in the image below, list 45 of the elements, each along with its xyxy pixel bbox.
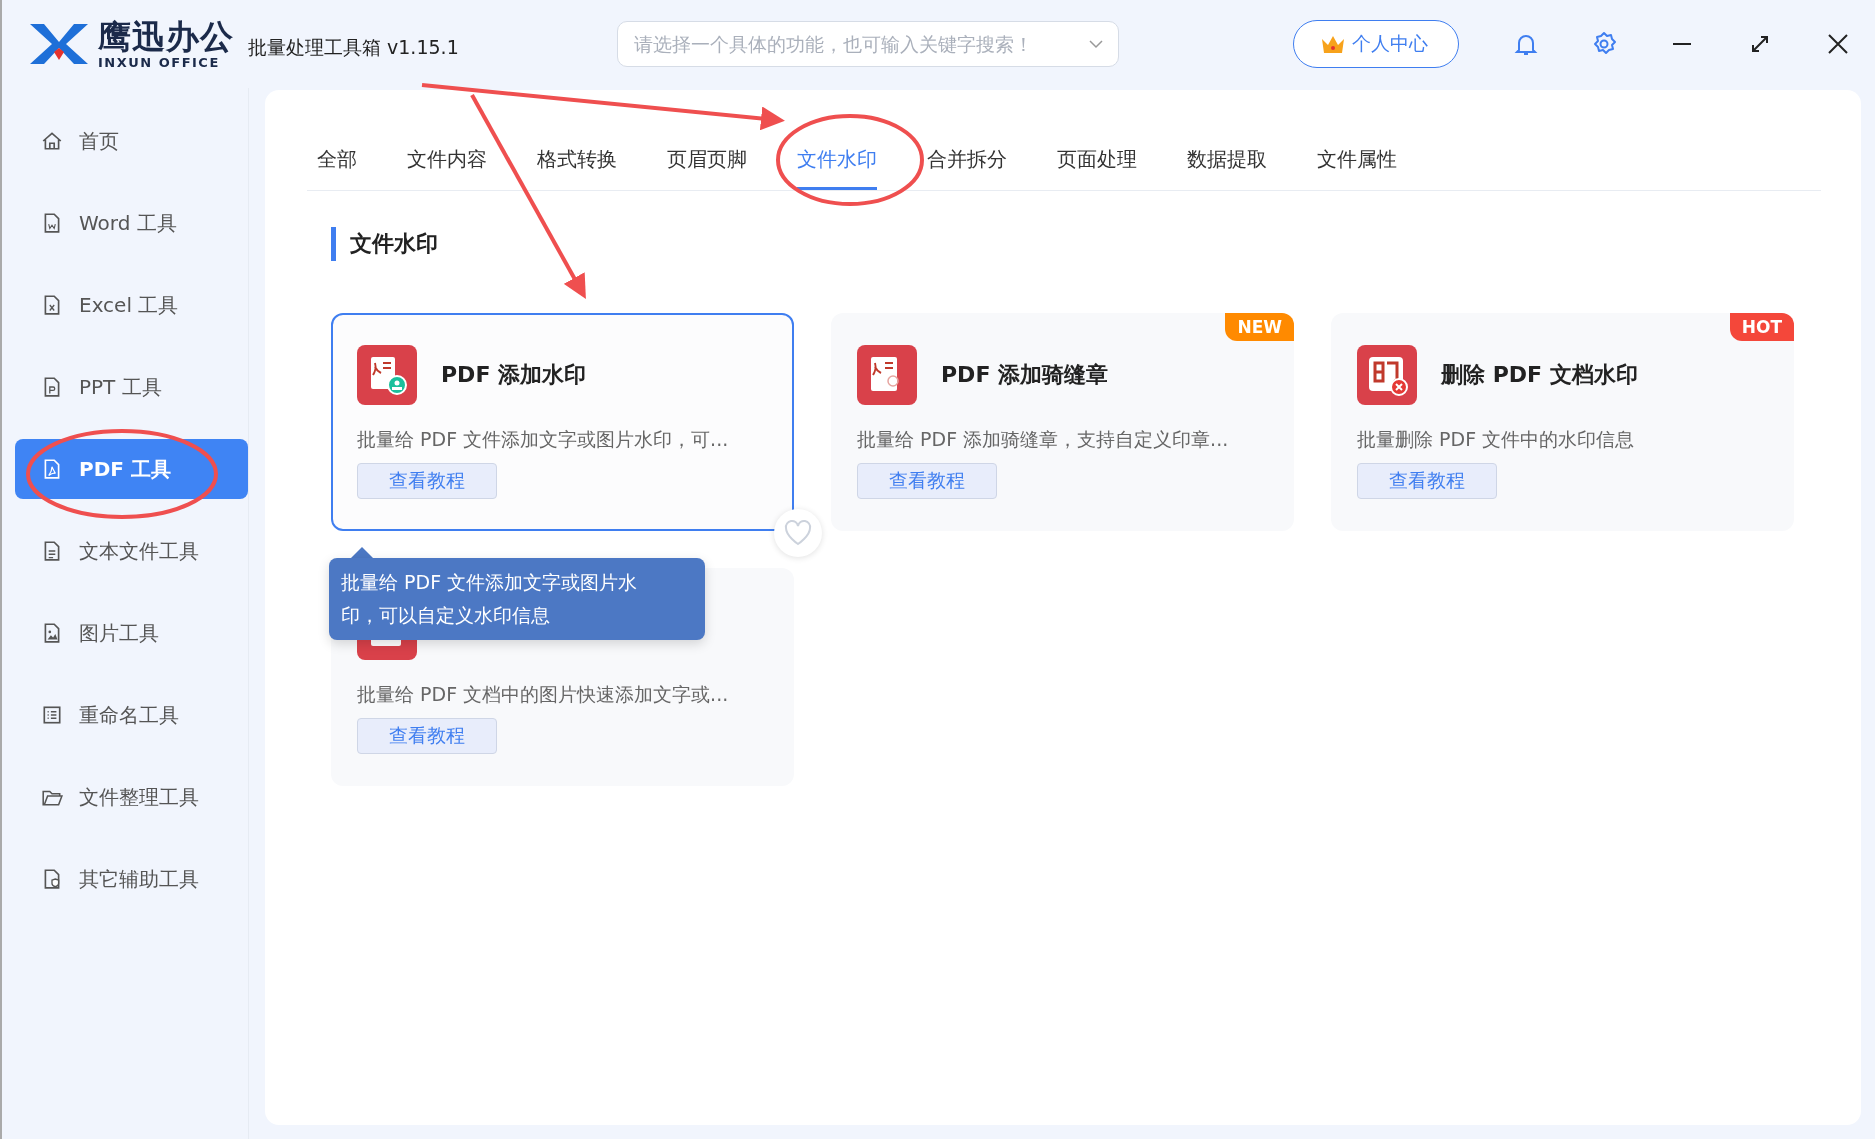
section-title: 文件水印: [350, 230, 438, 258]
card-title: PDF 添加水印: [441, 361, 587, 389]
tab[interactable]: 页面处理: [1057, 112, 1137, 190]
list-icon: [41, 704, 63, 726]
sidebar-item[interactable]: 图片工具: [15, 603, 248, 663]
heart-icon: [783, 519, 813, 547]
tool-card[interactable]: PDF 添加水印 批量给 PDF 文件添加文字或图片水印，可... 查看教程: [331, 313, 794, 531]
card-badge: NEW: [1225, 313, 1294, 341]
tab[interactable]: 文件属性: [1317, 112, 1397, 190]
home-icon: [41, 130, 63, 152]
tool-card[interactable]: 删除 PDF 文档水印 批量删除 PDF 文件中的水印信息 查看教程 HOT: [1331, 313, 1794, 531]
pdf-watermark-icon: [357, 345, 417, 405]
seal-delete-icon: [1357, 345, 1417, 405]
card-title: 删除 PDF 文档水印: [1441, 361, 1638, 389]
sidebar-item[interactable]: Word 工具: [15, 193, 248, 253]
tab[interactable]: 格式转换: [537, 112, 617, 190]
sidebar-item[interactable]: 文本文件工具: [15, 521, 248, 581]
tab[interactable]: 文件内容: [407, 112, 487, 190]
tab[interactable]: 合并拆分: [927, 112, 1007, 190]
pdf-seal-icon: [857, 345, 917, 405]
user-center-button[interactable]: 个人中心: [1293, 20, 1459, 68]
logo-text: 鹰迅办公: [98, 19, 234, 53]
tab[interactable]: 文件水印: [797, 112, 877, 190]
tooltip: 批量给 PDF 文件添加文字或图片水印，可以自定义水印信息: [329, 558, 705, 640]
card-description: 批量给 PDF 添加骑缝章，支持自定义印章...: [857, 427, 1230, 452]
sidebar-item[interactable]: PDF 工具: [15, 439, 248, 499]
card-description: 批量给 PDF 文档中的图片快速添加文字或...: [357, 682, 730, 707]
tab[interactable]: 全部: [317, 112, 357, 190]
settings-icon[interactable]: [1591, 31, 1617, 57]
tab[interactable]: 数据提取: [1187, 112, 1267, 190]
card-description: 批量给 PDF 文件添加文字或图片水印，可...: [357, 427, 730, 452]
sidebar-item[interactable]: 文件整理工具: [15, 767, 248, 827]
tool-card[interactable]: PDF 添加骑缝章 批量给 PDF 添加骑缝章，支持自定义印章... 查看教程 NEW: [831, 313, 1294, 531]
search-field[interactable]: 请选择一个具体的功能，也可输入关键字搜索！: [616, 21, 1119, 67]
tab[interactable]: 页眉页脚: [667, 112, 747, 190]
logo-subtext: INXUN OFFICE: [98, 55, 221, 69]
app-title: 批量处理工具箱 v1.15.1: [248, 35, 459, 60]
sidebar-item[interactable]: PPT 工具: [15, 357, 248, 417]
sidebar-item[interactable]: Excel 工具: [15, 275, 248, 335]
card-description: 批量删除 PDF 文件中的水印信息: [1357, 427, 1636, 452]
sidebar-item[interactable]: 首页: [15, 111, 248, 171]
sidebar-item[interactable]: 其它辅助工具: [15, 849, 248, 909]
card-badge: HOT: [1729, 313, 1794, 341]
card-title: PDF 添加骑缝章: [941, 361, 1109, 389]
sidebar-item[interactable]: 重命名工具: [15, 685, 248, 745]
